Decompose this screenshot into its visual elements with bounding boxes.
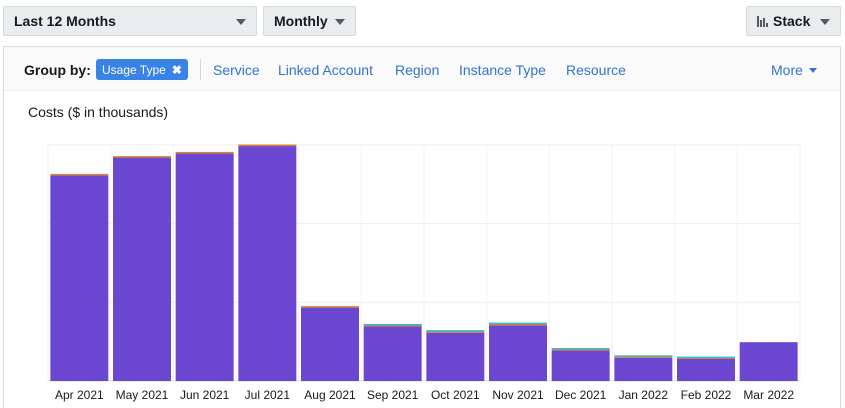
bar-segment[interactable]: [489, 325, 547, 381]
x-tick-label: Dec 2021: [555, 388, 607, 402]
bar-segment[interactable]: [238, 146, 297, 381]
bar-segment[interactable]: [426, 332, 485, 381]
bar-segment[interactable]: [677, 358, 735, 381]
date-range-dropdown[interactable]: Last 12 Months: [3, 6, 257, 36]
bar-segment[interactable]: [614, 357, 673, 381]
x-tick-label: Jun 2021: [180, 388, 230, 402]
granularity-label: Monthly: [274, 13, 328, 29]
bar-segment[interactable]: [301, 306, 359, 308]
x-tick-label: May 2021: [116, 388, 169, 402]
cost-chart-panel: Group by: Usage Type ✖ Service Linked Ac…: [3, 46, 841, 408]
bar-segment[interactable]: [50, 173, 109, 176]
bar-segment[interactable]: [426, 330, 485, 332]
bar-segment[interactable]: [50, 175, 109, 381]
x-tick-label: Jan 2022: [619, 388, 669, 402]
bar-segment[interactable]: [113, 157, 171, 381]
x-tick-label: Oct 2021: [431, 388, 480, 402]
x-tick-label: Nov 2021: [492, 388, 544, 402]
granularity-dropdown[interactable]: Monthly: [263, 6, 356, 36]
chevron-down-icon: [820, 19, 830, 25]
bar-segment[interactable]: [363, 323, 422, 326]
chart-style-dropdown[interactable]: Stack: [746, 6, 841, 36]
bar-segment[interactable]: [551, 348, 610, 350]
bar-segment[interactable]: [301, 307, 359, 381]
x-tick-label: Feb 2022: [681, 388, 732, 402]
bar-segment[interactable]: [677, 356, 735, 359]
bar-segment[interactable]: [175, 151, 234, 154]
x-tick-label: Sep 2021: [367, 388, 419, 402]
cost-bar-chart: Apr 2021 May 2021 Jun 2021 Jul 2021 Aug 2021…: [47, 144, 801, 402]
x-tick-label: Jul 2021: [245, 388, 291, 402]
bar-segment[interactable]: [739, 342, 798, 381]
x-tick-label: Apr 2021: [55, 388, 104, 402]
toolbar: Last 12 Months Monthly Stack: [0, 0, 845, 40]
bar-segment[interactable]: [238, 144, 297, 147]
date-range-label: Last 12 Months: [14, 13, 116, 29]
bar-segment[interactable]: [175, 153, 234, 381]
chevron-down-icon: [236, 19, 246, 25]
x-tick-label: Aug 2021: [304, 388, 356, 402]
bar-segment[interactable]: [489, 322, 547, 325]
bar-chart-icon: [757, 15, 768, 27]
chevron-down-icon: [335, 19, 345, 25]
x-tick-label: Mar 2022: [743, 388, 794, 402]
bar-segment[interactable]: [614, 355, 673, 357]
bar-segment[interactable]: [551, 350, 610, 381]
chart-style-label: Stack: [773, 13, 811, 29]
bar-segment[interactable]: [363, 326, 422, 381]
bar-segment[interactable]: [113, 156, 171, 158]
